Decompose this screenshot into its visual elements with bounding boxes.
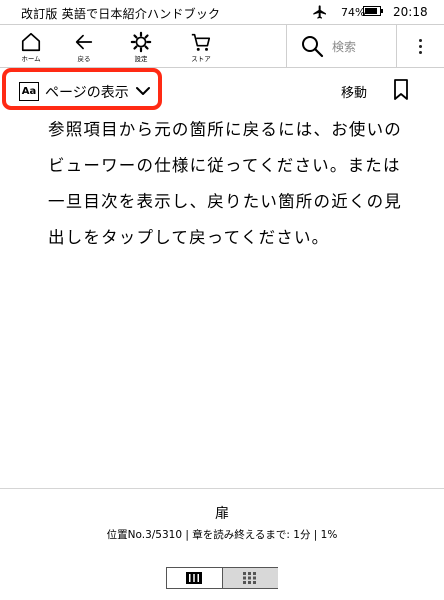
home-icon <box>21 32 41 52</box>
battery-percent: 74% <box>341 6 366 19</box>
chevron-down-icon <box>136 87 150 95</box>
bookmark-icon[interactable] <box>393 79 409 101</box>
page-display-button[interactable]: Aa ページの表示 <box>2 68 162 110</box>
view-toggle <box>166 567 278 589</box>
footer-divider <box>0 488 444 489</box>
settings-label: 設定 <box>134 55 148 63</box>
toolbar: ホーム 戻る 設定 ストア 検索 <box>0 24 444 68</box>
toolbar-divider <box>396 25 397 67</box>
grid-view-button[interactable] <box>222 568 278 588</box>
text-line: 一旦目次を表示し、戻りたい箇所の近くの見 <box>48 192 402 211</box>
back-label: 戻る <box>77 55 91 63</box>
page-content: 参照項目から元の箇所に戻るには、お使いの ビューワーの仕様に従ってください。また… <box>48 112 404 256</box>
home-button[interactable]: ホーム <box>9 25 53 67</box>
text-line: 出しをタップして戻ってください。 <box>48 228 330 247</box>
toolbar-divider <box>286 25 287 67</box>
airplane-mode-icon <box>313 5 326 19</box>
page-display-label: ページの表示 <box>45 85 129 101</box>
text-line: 参照項目から元の箇所に戻るには、お使いの <box>48 120 402 139</box>
page-view-button[interactable] <box>167 568 222 588</box>
more-dot-icon <box>419 45 422 48</box>
battery-icon <box>363 6 383 16</box>
grid-view-icon <box>243 572 256 584</box>
chapter-title: 扉 <box>215 506 229 522</box>
home-label: ホーム <box>21 55 41 63</box>
reading-progress: 位置No.3/5310 | 章を読み終えるまで: 1分 | 1% <box>106 529 338 541</box>
go-to-button[interactable]: 移動 <box>341 82 367 101</box>
store-label: ストア <box>191 55 211 63</box>
back-button[interactable]: 戻る <box>62 25 106 67</box>
settings-button[interactable]: 設定 <box>119 25 163 67</box>
more-dot-icon <box>419 39 422 42</box>
gear-icon <box>130 31 152 53</box>
search-placeholder: 検索 <box>332 40 357 54</box>
back-arrow-icon <box>75 34 93 50</box>
status-bar: 改訂版 英語で日本紹介ハンドブック 74% 20:18 <box>0 0 444 24</box>
font-aa-icon: Aa <box>19 82 39 101</box>
page-view-icon <box>186 572 202 584</box>
text-line: ビューワーの仕様に従ってください。または <box>48 156 401 175</box>
search-field[interactable]: 検索 <box>292 25 392 67</box>
more-menu-button[interactable] <box>406 25 436 67</box>
search-icon <box>302 36 324 58</box>
more-dot-icon <box>419 51 422 54</box>
clock: 20:18 <box>393 5 428 19</box>
cart-icon <box>191 33 211 51</box>
store-button[interactable]: ストア <box>179 25 223 67</box>
book-title: 改訂版 英語で日本紹介ハンドブック <box>21 7 221 21</box>
